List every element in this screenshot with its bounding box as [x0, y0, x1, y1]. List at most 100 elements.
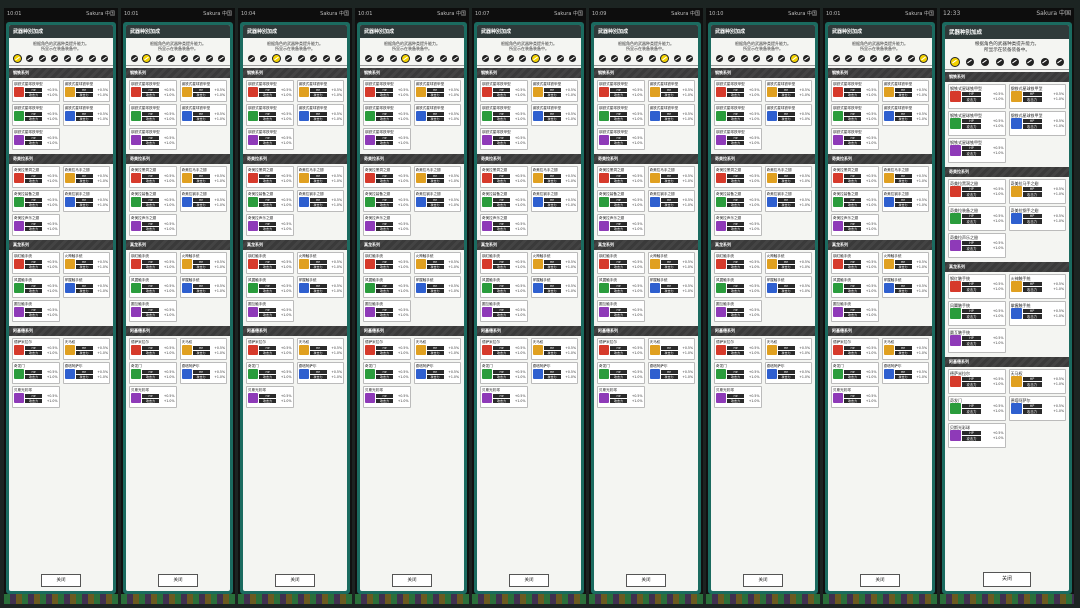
weapon-bonus-card: 贝斯光彩球 HP +0.5% 攻击力 +1.0%: [480, 386, 528, 408]
weapon-type-icon[interactable]: [778, 55, 786, 62]
close-button[interactable]: 关闭: [509, 574, 549, 587]
weapon-type-icon[interactable]: [753, 55, 761, 62]
close-button[interactable]: 关闭: [860, 574, 900, 587]
weapon-type-icon[interactable]: [193, 55, 201, 62]
weapon-type-icon[interactable]: [414, 55, 422, 62]
weapon-type-icon[interactable]: [494, 55, 502, 62]
weapon-gem-icon: [716, 393, 726, 403]
stat-row: HP +0.5%: [844, 307, 877, 312]
weapon-type-icon[interactable]: [686, 55, 694, 62]
close-button[interactable]: 关闭: [275, 574, 315, 587]
weapon-type-icon[interactable]: [544, 55, 552, 62]
weapon-type-icon[interactable]: [180, 55, 188, 62]
weapon-type-icon[interactable]: [790, 55, 798, 62]
weapon-type-icon[interactable]: [506, 55, 514, 62]
weapon-type-icon[interactable]: [870, 55, 878, 62]
weapon-bonus-card: 钢红触手统 HP +0.5% 攻击力 +1.0%: [12, 252, 60, 274]
stat-value: +0.5%: [1053, 377, 1064, 381]
weapon-type-icon[interactable]: [389, 55, 397, 62]
weapon-type-icon[interactable]: [88, 55, 96, 62]
weapon-type-icon[interactable]: [1055, 58, 1064, 66]
weapon-type-icon[interactable]: [481, 55, 489, 62]
weapon-type-icon[interactable]: [803, 55, 811, 62]
weapon-gem-icon: [766, 259, 777, 269]
weapon-type-icon[interactable]: [995, 58, 1004, 66]
weapon-type-icon[interactable]: [857, 55, 865, 62]
weapon-type-icon[interactable]: [63, 55, 71, 62]
weapon-type-icon[interactable]: [728, 55, 736, 62]
weapon-type-icon[interactable]: [845, 55, 853, 62]
weapon-gem-icon: [716, 135, 726, 145]
phone-screenshot-panel: 10:01 Sakura 中国 武器种別加成 根据角色的武器种类提升能力。 所显示在装备…: [121, 8, 235, 604]
close-button[interactable]: 关闭: [626, 574, 666, 587]
weapon-type-icon[interactable]: [377, 55, 385, 62]
weapon-type-icon[interactable]: [310, 55, 318, 62]
weapon-type-icon[interactable]: [715, 55, 723, 62]
weapon-type-icon[interactable]: [155, 55, 163, 62]
weapon-type-icon[interactable]: [452, 55, 460, 62]
weapon-type-icon[interactable]: [920, 55, 928, 62]
weapon-type-icon[interactable]: [1025, 58, 1034, 66]
weapon-type-icon[interactable]: [402, 55, 410, 62]
weapon-type-icon[interactable]: [26, 55, 34, 62]
weapon-type-icon[interactable]: [427, 55, 435, 62]
weapon-type-icon[interactable]: [673, 55, 681, 62]
stat-rows: HP +0.5% 攻击力 +1.0%: [660, 259, 693, 269]
weapon-type-icon[interactable]: [168, 55, 176, 62]
weapon-type-icon[interactable]: [598, 55, 606, 62]
close-button[interactable]: 关闭: [158, 574, 198, 587]
weapon-type-icon[interactable]: [1040, 58, 1049, 66]
weapon-type-icon[interactable]: [569, 55, 577, 62]
stat-row: 攻击力 +1.0%: [610, 92, 643, 97]
close-button[interactable]: 关闭: [41, 574, 81, 587]
stat-row: 攻击力 +1.0%: [259, 116, 292, 121]
weapon-type-icon[interactable]: [297, 55, 305, 62]
weapon-type-icon[interactable]: [519, 55, 527, 62]
weapon-type-icon[interactable]: [531, 55, 539, 62]
weapon-type-icon[interactable]: [101, 55, 109, 62]
stat-rows: HP +0.5% 攻击力 +1.0%: [426, 345, 459, 355]
close-button[interactable]: 关闭: [392, 574, 432, 587]
close-button[interactable]: 关闭: [983, 572, 1031, 587]
weapon-type-icon[interactable]: [260, 55, 268, 62]
close-button[interactable]: 关闭: [743, 574, 783, 587]
stat-row: 攻击力 +1.0%: [844, 92, 877, 97]
stat-rows: HP +0.5% 攻击力 +1.0%: [894, 197, 927, 207]
weapon-type-icon[interactable]: [1010, 58, 1019, 66]
weapon-type-icon[interactable]: [623, 55, 631, 62]
stat-label: 攻击力: [777, 264, 795, 269]
weapon-type-icon[interactable]: [38, 55, 46, 62]
weapon-type-icon[interactable]: [765, 55, 773, 62]
weapon-type-icon[interactable]: [285, 55, 293, 62]
weapon-type-icon[interactable]: [247, 55, 255, 62]
section-header: 真龙系列: [711, 240, 815, 250]
weapon-type-icon[interactable]: [51, 55, 59, 62]
weapon-type-icon[interactable]: [335, 55, 343, 62]
weapon-type-icon[interactable]: [556, 55, 564, 62]
weapon-type-icon[interactable]: [76, 55, 84, 62]
weapon-type-icon[interactable]: [740, 55, 748, 62]
weapon-type-icon[interactable]: [611, 55, 619, 62]
bonus-section: 真龙系列 钢红触手统 HP +0.5% 攻击力 +1.0% 火神触手统 HP +0.5% 攻击力 +…: [126, 240, 230, 324]
weapon-type-icon[interactable]: [636, 55, 644, 62]
weapon-type-icon[interactable]: [322, 55, 330, 62]
weapon-type-icon[interactable]: [832, 55, 840, 62]
weapon-type-icon[interactable]: [950, 58, 959, 66]
weapon-type-icon[interactable]: [205, 55, 213, 62]
weapon-type-icon[interactable]: [130, 55, 138, 62]
weapon-type-icon[interactable]: [218, 55, 226, 62]
weapon-type-icon[interactable]: [895, 55, 903, 62]
weapon-type-icon[interactable]: [272, 55, 280, 62]
weapon-type-icon[interactable]: [13, 55, 21, 62]
weapon-type-icon[interactable]: [882, 55, 890, 62]
weapon-type-icon[interactable]: [980, 58, 989, 66]
weapon-type-icon[interactable]: [648, 55, 656, 62]
weapon-type-icon[interactable]: [661, 55, 669, 62]
weapon-type-icon[interactable]: [364, 55, 372, 62]
weapon-type-icon[interactable]: [965, 58, 974, 66]
stat-label: 攻击力: [192, 92, 210, 97]
stat-label: 攻击力: [543, 264, 561, 269]
weapon-type-icon[interactable]: [439, 55, 447, 62]
weapon-type-icon[interactable]: [143, 55, 151, 62]
weapon-type-icon[interactable]: [907, 55, 915, 62]
